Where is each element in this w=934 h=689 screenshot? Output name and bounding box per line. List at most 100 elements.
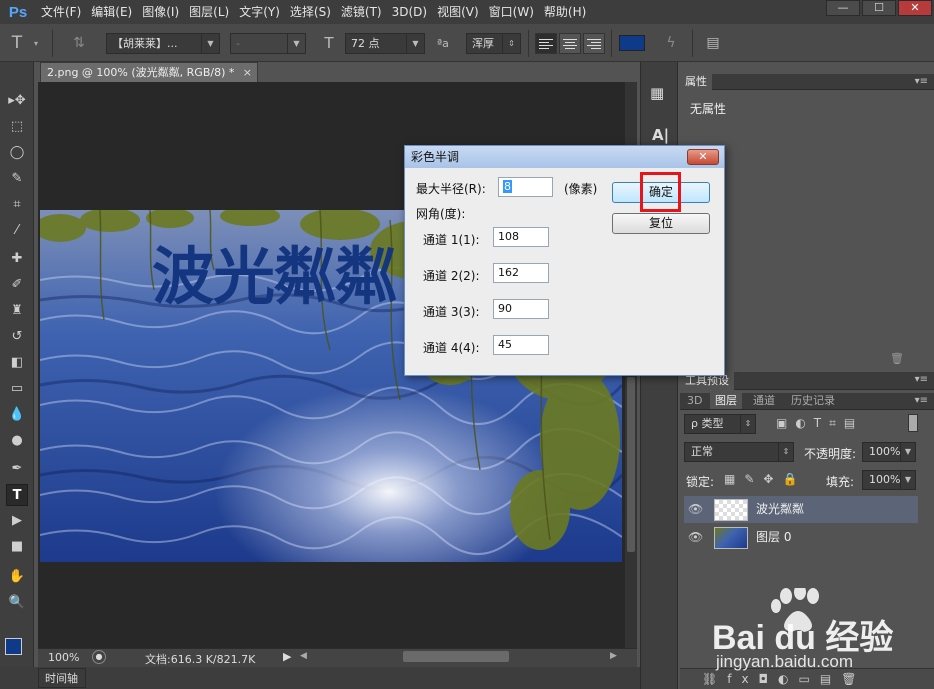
reset-button[interactable]: 复位 [612,213,710,234]
align-left-button[interactable] [535,33,557,54]
marquee-tool-icon[interactable]: ⬚ [6,116,28,138]
max-radius-input[interactable]: 8 [498,177,553,197]
rectangle-tool-icon[interactable]: ■ [6,536,28,558]
font-size-value: 72 点 [351,37,380,50]
canvas-text-layer: 波光粼粼 [152,240,397,313]
menu-3d[interactable]: 3D(D) [387,0,432,24]
history-brush-tool-icon[interactable]: ↺ [6,326,28,348]
font-size-dropdown[interactable]: 72 点 ▼ [345,33,425,54]
healing-brush-tool-icon[interactable]: ✚ [6,248,28,270]
tab-history[interactable]: 历史记录 [786,393,840,409]
menu-image[interactable]: 图像(I) [137,0,184,24]
menu-file[interactable]: 文件(F) [36,0,86,24]
zoom-tool-icon[interactable]: 🔍 [6,592,28,614]
align-right-button[interactable] [583,33,605,54]
tab-layers[interactable]: 图层 [710,393,742,409]
preset-chevron-icon[interactable]: ▾ [34,33,42,54]
opacity-value: 100% [869,445,901,458]
gradient-tool-icon[interactable]: ▭ [6,378,28,400]
warp-text-icon[interactable]: ϟ [660,33,682,54]
channel-3-input[interactable]: 90 [493,299,549,319]
window-controls: — ☐ ✕ [826,0,932,16]
panel-menu-icon[interactable]: ▾≡ [915,74,928,90]
type-tool-icon[interactable]: T [6,484,28,506]
channel-1-input[interactable]: 108 [493,227,549,247]
menu-type[interactable]: 文字(Y) [234,0,285,24]
brush-tool-icon[interactable]: ✐ [6,274,28,296]
channel-4-input[interactable]: 45 [493,335,549,355]
foreground-color-swatch[interactable] [5,638,22,655]
menu-help[interactable]: 帮助(H) [539,0,591,24]
lasso-tool-icon[interactable]: ◯ [6,142,28,164]
menu-view[interactable]: 视图(V) [432,0,484,24]
menu-bar: Ps 文件(F) 编辑(E) 图像(I) 图层(L) 文字(Y) 选择(S) 滤… [0,0,934,24]
chevron-updown-icon: ⇕ [502,34,520,53]
menu-edit[interactable]: 编辑(E) [86,0,137,24]
hand-tool-icon[interactable]: ✋ [6,566,28,588]
filter-toggle-switch[interactable] [908,414,918,432]
eye-icon[interactable]: 👁 [688,530,703,544]
crop-tool-icon[interactable]: ⌗ [6,194,28,216]
channel-4-label: 通道 4(4): [423,341,480,355]
dodge-tool-icon[interactable]: ● [6,430,28,452]
menu-select[interactable]: 选择(S) [285,0,336,24]
panel-menu-icon[interactable]: ▾≡ [915,372,928,388]
path-selection-tool-icon[interactable]: ▶ [6,510,28,532]
eyedropper-tool-icon[interactable]: ⁄ [6,220,28,242]
layer-filter-icons[interactable]: ▣◐T⌗▤ [776,416,863,431]
dialog-close-button[interactable]: ✕ [687,149,719,165]
menu-window[interactable]: 窗口(W) [484,0,539,24]
layer-thumbnail [714,527,748,549]
timeline-tab[interactable]: 时间轴 [38,668,86,688]
minimize-button[interactable]: — [826,0,860,16]
type-tool-preset-icon[interactable]: T [6,33,28,54]
clone-stamp-tool-icon[interactable]: ♜ [6,300,28,322]
blend-mode-dropdown[interactable]: 正常 ⇕ [684,442,794,462]
panel-menu-icon[interactable]: ▾≡ [915,393,928,409]
horizontal-scroll-thumb[interactable] [403,651,509,662]
document-tab[interactable]: 2.png @ 100% (波光粼粼, RGB/8) * × [40,62,258,82]
quick-select-tool-icon[interactable]: ✎ [6,168,28,190]
tab-properties[interactable]: 属性 [680,74,712,90]
text-color-swatch[interactable] [619,35,645,51]
history-panel-icon[interactable]: ▦ [650,84,664,102]
zoom-level[interactable]: 100% [48,651,79,664]
layer-row-text[interactable]: 👁 波光粼粼 [684,496,918,523]
close-window-button[interactable]: ✕ [898,0,932,16]
layer-filter-dropdown[interactable]: ρ 类型 ⇕ [684,414,756,434]
trash-icon[interactable]: 🗑 [890,352,904,365]
antialias-icon: ªa [437,37,449,50]
eye-icon[interactable]: 👁 [688,502,703,516]
tab-channels[interactable]: 通道 [748,393,780,409]
character-panel-icon[interactable]: ▤ [702,33,724,54]
font-family-dropdown[interactable]: 【胡莱莱】... ▼ [106,33,220,54]
scroll-right-arrow-icon[interactable]: ▶ [610,651,617,661]
scroll-left-arrow-icon[interactable]: ◀ [300,651,307,661]
font-size-icon: T [324,34,334,52]
layer-row-image[interactable]: 👁 图层 0 [684,524,918,551]
blur-tool-icon[interactable]: 💧 [6,404,28,426]
menu-filter[interactable]: 滤镜(T) [336,0,387,24]
character-panel-dock-icon[interactable]: A| [652,126,669,144]
close-document-icon[interactable]: × [243,63,252,83]
align-center-button[interactable] [559,33,581,54]
maximize-button[interactable]: ☐ [862,0,896,16]
move-tool-icon[interactable]: ▸✥ [6,90,28,112]
tab-3d[interactable]: 3D [682,393,707,409]
vertical-scroll-thumb[interactable] [627,377,635,552]
lock-icons[interactable]: ▦✎✥🔒 [724,472,806,486]
opacity-field[interactable]: 100% ▼ [862,442,916,462]
menu-layer[interactable]: 图层(L) [184,0,234,24]
font-style-dropdown[interactable]: - ▼ [230,33,306,54]
channel-2-input[interactable]: 162 [493,263,549,283]
opacity-label: 不透明度: [804,447,857,461]
ok-button-highlight [640,172,681,212]
eraser-tool-icon[interactable]: ◧ [6,352,28,374]
status-menu-arrow-icon[interactable]: ▶ [283,650,291,663]
pen-tool-icon[interactable]: ✒ [6,458,28,480]
toggle-orientation-icon[interactable]: ⇅ [68,33,90,54]
status-info-icon[interactable]: ● [92,650,106,664]
fill-field[interactable]: 100% ▼ [862,470,916,490]
antialias-dropdown[interactable]: 浑厚 ⇕ [466,33,521,54]
channel-2-label: 通道 2(2): [423,269,480,283]
